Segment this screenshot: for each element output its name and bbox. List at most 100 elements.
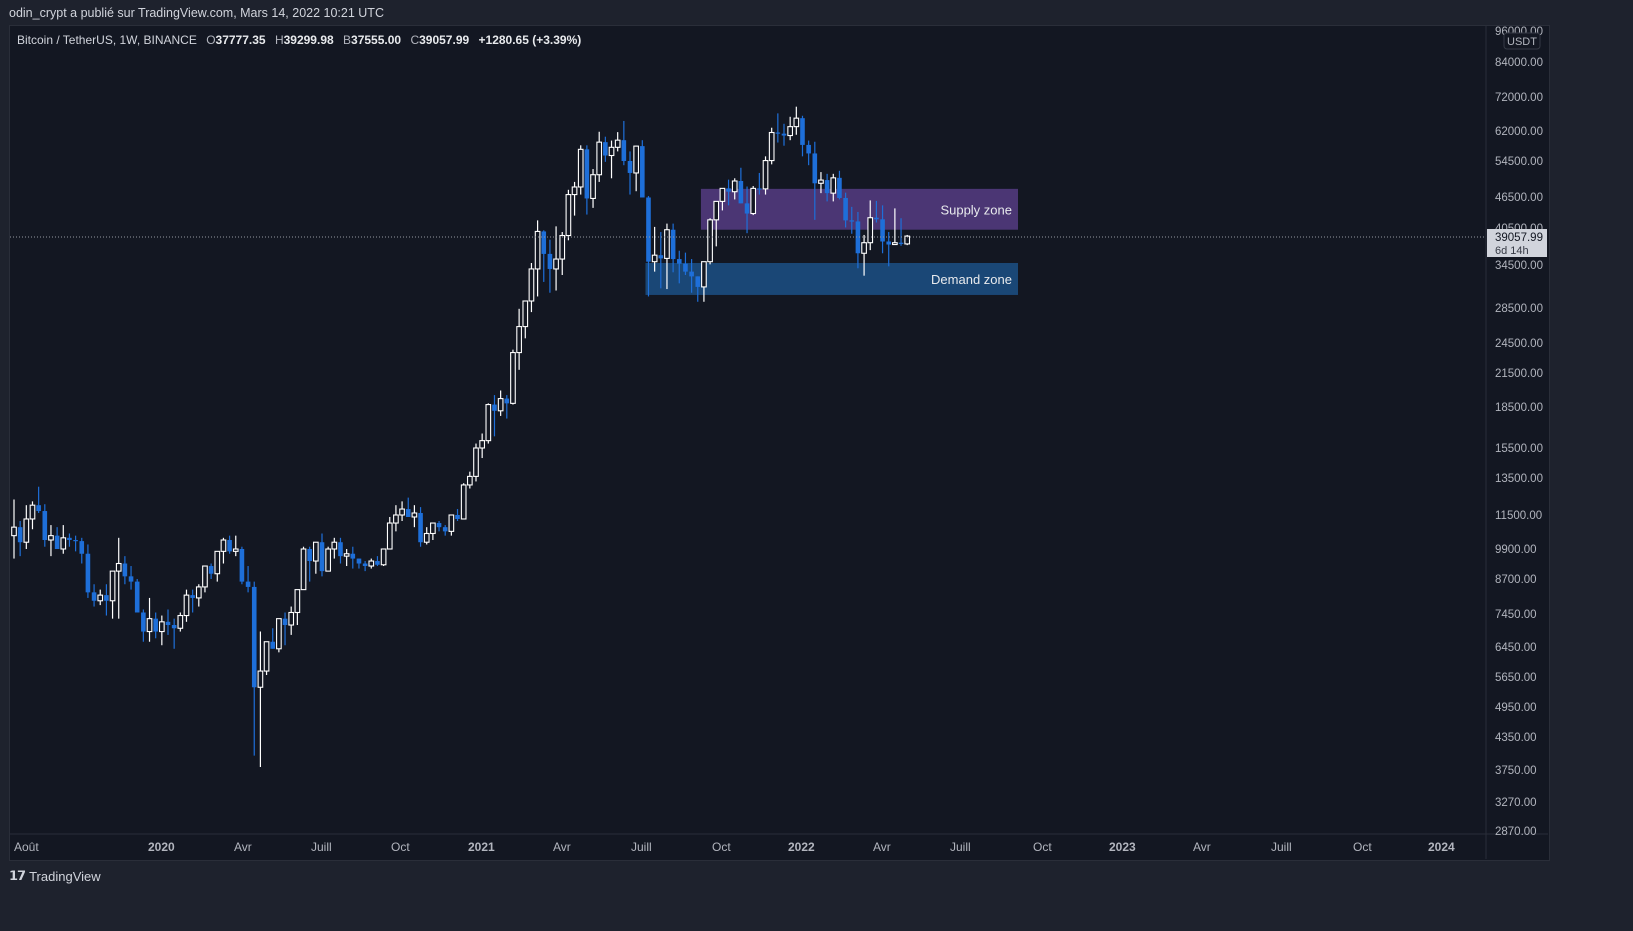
time-tick-label: Juill [311, 840, 332, 854]
candle [750, 186, 757, 216]
candle [707, 218, 713, 265]
candle-body [153, 618, 158, 632]
candle-body [787, 126, 794, 137]
candle [122, 556, 128, 585]
candle [220, 537, 227, 564]
candle-body [830, 177, 837, 194]
candle-body [479, 440, 486, 449]
candle-body [547, 253, 553, 269]
candle [405, 497, 411, 517]
price-tick-label: 4350.00 [1495, 732, 1537, 744]
candle-body [658, 255, 664, 259]
candle-body [633, 145, 640, 174]
candle [768, 127, 775, 165]
price-tick-label: 7450.00 [1495, 609, 1537, 621]
candle-body [442, 527, 448, 532]
candle [608, 140, 615, 179]
high-label: H [274, 33, 284, 47]
currency-label: USDT [1507, 36, 1537, 48]
candle [614, 132, 621, 152]
candle [775, 113, 781, 143]
candle-body [849, 220, 855, 222]
candle-body [42, 511, 48, 541]
candle [177, 612, 184, 632]
candle-body [695, 276, 701, 287]
candle-body [251, 586, 257, 688]
candle [473, 443, 479, 482]
price-tick-label: 13500.00 [1495, 473, 1543, 485]
price-tick-label: 62000.00 [1495, 126, 1543, 138]
price-tick-label: 3750.00 [1495, 765, 1537, 777]
candle [423, 527, 430, 545]
candle [276, 618, 282, 653]
candle [904, 234, 911, 246]
supply-zone-label: Supply zone [940, 202, 1012, 217]
candle-body [806, 144, 811, 154]
time-tick-label: Juill [631, 840, 652, 854]
candle [418, 507, 423, 547]
candle [559, 232, 566, 276]
candle [23, 505, 30, 549]
candle-body [861, 242, 867, 254]
candle [368, 558, 375, 569]
candle-body [177, 614, 184, 629]
candle-body [621, 140, 627, 161]
low-value: 37555.00 [351, 33, 402, 47]
candle-body [368, 560, 375, 567]
candle [886, 232, 892, 267]
candle-body [165, 621, 171, 626]
footer-brand[interactable]: 𝟭𝟳 TradingView [9, 868, 101, 884]
time-tick-label: Oct [1033, 840, 1052, 854]
candle-body [109, 570, 116, 602]
demand-zone-label: Demand zone [931, 272, 1012, 287]
candle [553, 226, 559, 291]
candle-body [423, 532, 430, 543]
candle-body [713, 200, 720, 221]
time-tick-label: 2020 [148, 840, 175, 854]
time-tick-label: Oct [712, 840, 731, 854]
change-value: +1280.65 (+3.39%) [478, 33, 582, 47]
candle-body [559, 234, 566, 260]
candle-body [208, 566, 214, 574]
price-tick-label: 2870.00 [1495, 826, 1537, 838]
candle [239, 546, 245, 585]
candle-body [565, 194, 572, 237]
candle-body [892, 242, 898, 246]
candle [479, 433, 486, 459]
candle [165, 609, 171, 635]
candle-body [522, 300, 529, 328]
price-tick-label: 46500.00 [1495, 192, 1543, 204]
bar-countdown: 6d 14h [1495, 245, 1529, 257]
time-tick-label: Avr [1193, 840, 1211, 854]
candlestick-chart[interactable]: Supply zoneDemand zone 96000.0084000.007… [0, 0, 1633, 931]
candle-body [731, 180, 738, 193]
time-tick-label: 2021 [468, 840, 495, 854]
candle [738, 167, 744, 204]
candle [134, 579, 140, 613]
candle-body [411, 512, 418, 518]
symbol-name[interactable]: Bitcoin / TetherUS, 1W, BINANCE [17, 33, 197, 47]
candle-body [294, 589, 301, 614]
candle-body [11, 526, 17, 537]
candle-body [97, 594, 104, 602]
candle-body [726, 188, 731, 192]
high-value: 39299.98 [283, 33, 334, 47]
time-tick-label: 2023 [1109, 840, 1136, 854]
candle-body [245, 581, 251, 587]
candle-body [270, 641, 276, 649]
candle-body [232, 548, 239, 552]
candle [497, 390, 504, 416]
candle-body [202, 565, 208, 588]
candle-body [596, 141, 603, 176]
price-tick-label: 3270.00 [1495, 797, 1537, 809]
candle-body [738, 180, 744, 204]
candle-body [455, 515, 460, 519]
candle-body [577, 148, 584, 188]
candle-body [874, 217, 879, 220]
close-value: 39057.99 [419, 33, 470, 47]
candle-body [67, 537, 72, 541]
candle-body [793, 117, 800, 128]
candle-body [375, 561, 380, 565]
candle [36, 486, 41, 514]
candle-body [775, 132, 781, 134]
